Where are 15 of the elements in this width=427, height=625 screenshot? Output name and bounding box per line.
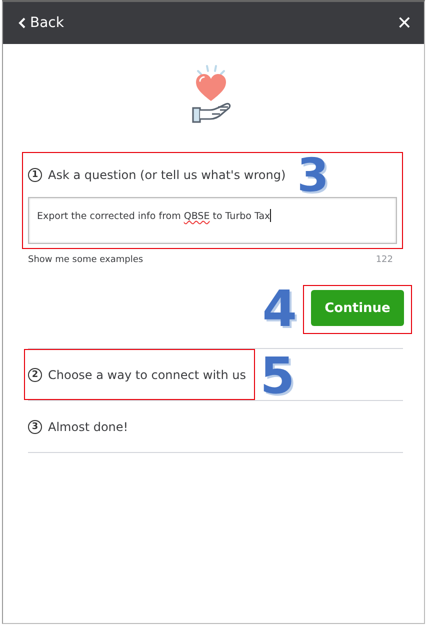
step-number: 2 bbox=[28, 368, 42, 382]
examples-link[interactable]: Show me some examples bbox=[28, 255, 144, 265]
close-button[interactable]: ✕ bbox=[396, 12, 412, 34]
step-title: Ask a question (or tell us what's wrong) bbox=[48, 168, 286, 182]
character-count: 122 bbox=[376, 255, 393, 265]
back-button[interactable]: Back bbox=[18, 15, 64, 31]
input-field[interactable]: Export the corrected info from QBSE to Turbo Tax bbox=[28, 197, 397, 244]
annotation-number: 3 bbox=[297, 155, 330, 195]
annotation-number: 4 bbox=[262, 284, 297, 334]
chevron-left-icon bbox=[18, 17, 26, 29]
step-title: Almost done! bbox=[48, 420, 128, 434]
step-number: 1 bbox=[28, 168, 42, 182]
step-number: 3 bbox=[28, 420, 42, 434]
annotation-number: 5 bbox=[260, 351, 295, 401]
step-title: Choose a way to connect with us bbox=[48, 368, 246, 382]
